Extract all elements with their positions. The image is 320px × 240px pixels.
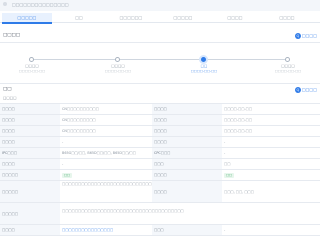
field-label: □□□□ (152, 170, 222, 180)
field-value: CN□□□□□□□□□ (62, 118, 96, 122)
field-label: □□□□□ (0, 181, 60, 202)
field-label: □□□□□ (0, 203, 60, 224)
field-value: □□ (224, 162, 231, 166)
divider (0, 42, 320, 43)
field-label: □□□□ (152, 104, 222, 114)
table-row: □□□□ CN□□□□□□□□□ □□□□ □□□□-□□-□□ (0, 126, 320, 137)
timeline-node-icon (29, 57, 34, 62)
status-badge: □□ (224, 172, 235, 178)
field-value: □□ (222, 170, 320, 180)
flow-brand[interactable]: Q □□□□ (294, 32, 317, 39)
timeline-step-date: □□□□-□□-□□ (104, 69, 132, 73)
field-label: □□□□ (0, 126, 60, 136)
field-value: □□□□-□□-□□ (224, 118, 253, 122)
field-value-link[interactable]: □□□□□□□□□□□□□□□□ (60, 225, 152, 235)
timeline-track (32, 59, 288, 60)
brand-logo-icon: Q (294, 32, 301, 39)
table-row: □□□□□ □□□□□□□□□□□□□□□□□□□□□□□□□□□□□□□□□□… (0, 181, 320, 203)
field-value: - (62, 162, 64, 166)
breadcrumb: □□□□□□□□□□□□□□□ (12, 2, 69, 7)
app-logo-icon (3, 2, 7, 6)
flow-section-title: □□□□ (3, 33, 21, 38)
timeline-step-label: □□ (200, 64, 208, 68)
timeline-node-icon (201, 57, 206, 62)
timeline-node-icon (115, 57, 120, 62)
field-value: □□□, □□, □□□ (224, 190, 254, 194)
field-label: □□□□ (0, 115, 60, 125)
flow-brand-label: □□□□ (301, 33, 317, 38)
timeline-step-label: □□□□ (111, 64, 125, 68)
table-row: □□□□ CN□□□□□□□□□ □□□□ □□□□-□□-□□ (0, 115, 320, 126)
field-value: B65G□□/□□, B65D□□/□□, B65D□□/□□ (62, 151, 136, 155)
timeline-step-date: □□□□-□□-□□ (18, 69, 46, 73)
field-value: - (224, 151, 226, 155)
timeline-step-label: □□□□ (25, 64, 39, 68)
field-value: □□□□□□□□□□□□□□□□□□□□□□□□□□□□□□□□□□□□□□ (62, 209, 184, 213)
timeline-step-date: □□□□-□□-□□ (274, 69, 302, 73)
field-value: □□□□□□□□□□□□□□□□□□□□□□□□□□□□□□□□□□□□□□□□… (62, 182, 152, 186)
tab-claims[interactable]: □□ (54, 13, 104, 23)
field-label: □□□□ (152, 181, 222, 202)
field-label: □□□□ (152, 126, 222, 136)
table-row: □□□□ CN□□□□□□□□□□ □□□□ □□□□-□□-□□ (0, 104, 320, 115)
table-row: □□□□□ □□ □□□□ □□ (0, 170, 320, 181)
table-row: □□□□ - □□□□ - (0, 137, 320, 148)
status-timeline: □□□□ □□□□-□□-□□ □□□□ □□□□-□□-□□ □□ □□□□-… (0, 48, 320, 78)
status-badge: □□ (62, 172, 73, 178)
timeline-step-date: □□□□-□□-□□ (190, 69, 218, 73)
field-label: □□□ (152, 159, 222, 169)
field-label: □□□ (152, 225, 222, 235)
tab-basic-info[interactable]: □□□□□ (2, 13, 52, 24)
timeline-node-icon (285, 57, 290, 62)
field-label: □□□□ (152, 115, 222, 125)
field-label: □□□□ (0, 225, 60, 235)
tab-bar: □□□□□ □□ □□□□□□ □□□□□ □□□□ □□□□ (0, 13, 320, 24)
field-value: - (224, 228, 226, 232)
tab-citations[interactable]: □□□□ (262, 13, 312, 23)
top-bar: □□□□□□□□□□□□□□□ (0, 0, 320, 11)
timeline-step-label: □□□□ (281, 64, 295, 68)
overview-brand-label: □□□□ (301, 87, 317, 92)
overview-table: □□□□ CN□□□□□□□□□□ □□□□ □□□□-□□-□□ □□□□ C… (0, 103, 320, 236)
table-row: IPC□□□ B65G□□/□□, B65D□□/□□, B65D□□/□□ C… (0, 148, 320, 159)
field-label: CPC□□□ (152, 148, 222, 158)
table-row: □□□□□ □□□□□□□□□□□□□□□□□□□□□□□□□□□□□□□□□□… (0, 203, 320, 225)
field-label: □□□□ (0, 104, 60, 114)
tab-description[interactable]: □□□□□□ (106, 13, 156, 23)
tab-drawings[interactable]: □□□□□ (158, 13, 208, 23)
field-label: □□□□ (152, 137, 222, 147)
field-label: IPC□□□ (0, 148, 60, 158)
table-row: □□□□ - □□□ □□ (0, 159, 320, 170)
tab-legal[interactable]: □□□□ (210, 13, 260, 23)
field-label: □□□□ (0, 137, 60, 147)
divider (0, 83, 320, 84)
field-label: □□□□□ (0, 170, 60, 180)
field-value: - (62, 140, 64, 144)
field-value: CN□□□□□□□□□ (62, 129, 96, 133)
table-row: □□□□ □□□□□□□□□□□□□□□□ □□□ - (0, 225, 320, 236)
overview-subtitle: □□□□ (3, 96, 17, 100)
field-label: □□□□ (0, 159, 60, 169)
field-value: □□ (60, 170, 152, 180)
field-value: □□□□-□□-□□ (224, 107, 253, 111)
overview-brand[interactable]: Q □□□□ (294, 86, 317, 93)
field-value: □□□□-□□-□□ (224, 129, 253, 133)
brand-logo-icon: Q (294, 86, 301, 93)
field-value: - (224, 140, 226, 144)
field-value: CN□□□□□□□□□□ (62, 107, 99, 111)
overview-section-title: □□ (3, 87, 12, 92)
